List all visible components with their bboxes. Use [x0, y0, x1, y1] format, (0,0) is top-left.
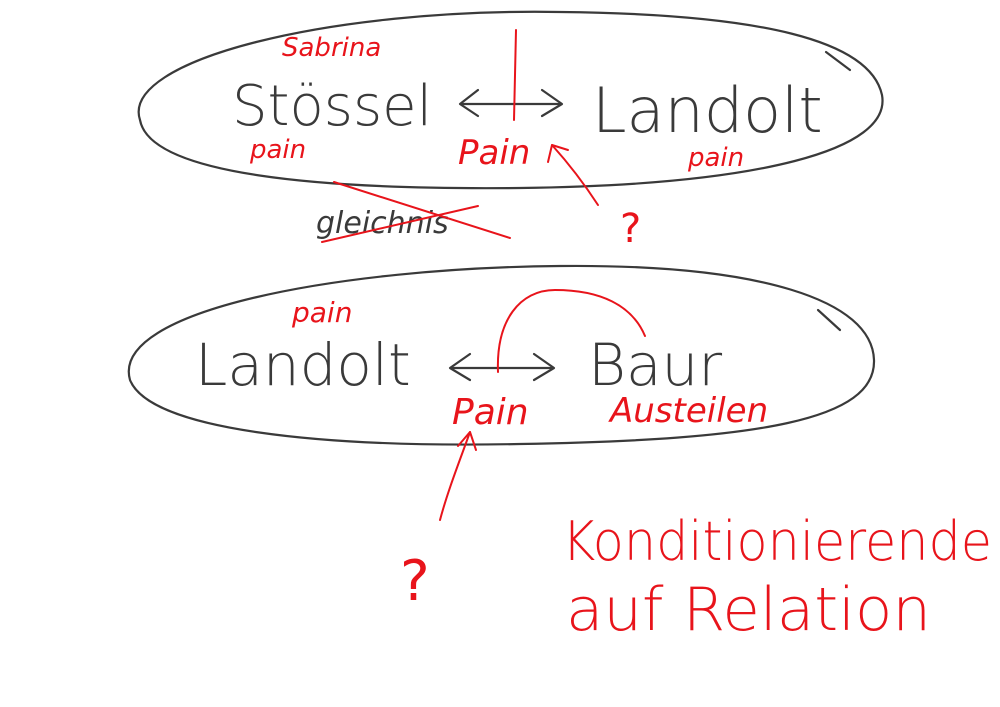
top-question-arrow [547, 144, 599, 206]
top-relation-arrow [458, 88, 564, 118]
bottom-left-role-top: pain [291, 296, 352, 329]
top-first-name: Sabrina [282, 33, 381, 63]
top-left-name: Stössel [232, 74, 432, 139]
note-line-2: auf Relation [566, 575, 931, 645]
bottom-left-name: Landolt [195, 331, 411, 399]
bottom-left-role: Pain [452, 392, 529, 433]
top-question-mark: ? [620, 206, 641, 252]
top-right-name: Landolt [592, 74, 823, 147]
top-middle-role: Pain [458, 133, 530, 173]
whiteboard-canvas: Sabrina Stössel Landolt pain Pain pain ?… [127, 10, 992, 645]
bottom-right-name: Baur [588, 331, 722, 399]
top-right-role: pain [687, 143, 744, 173]
bottom-question-mark: ? [400, 549, 430, 614]
bottom-ellipse-tail [816, 308, 842, 332]
note-line-1: Konditionierende [562, 510, 992, 573]
top-divider-line [513, 29, 517, 121]
bottom-relation-arrow [448, 352, 556, 382]
top-left-role: pain [249, 135, 306, 165]
bottom-right-role: Austeilen [608, 391, 768, 431]
